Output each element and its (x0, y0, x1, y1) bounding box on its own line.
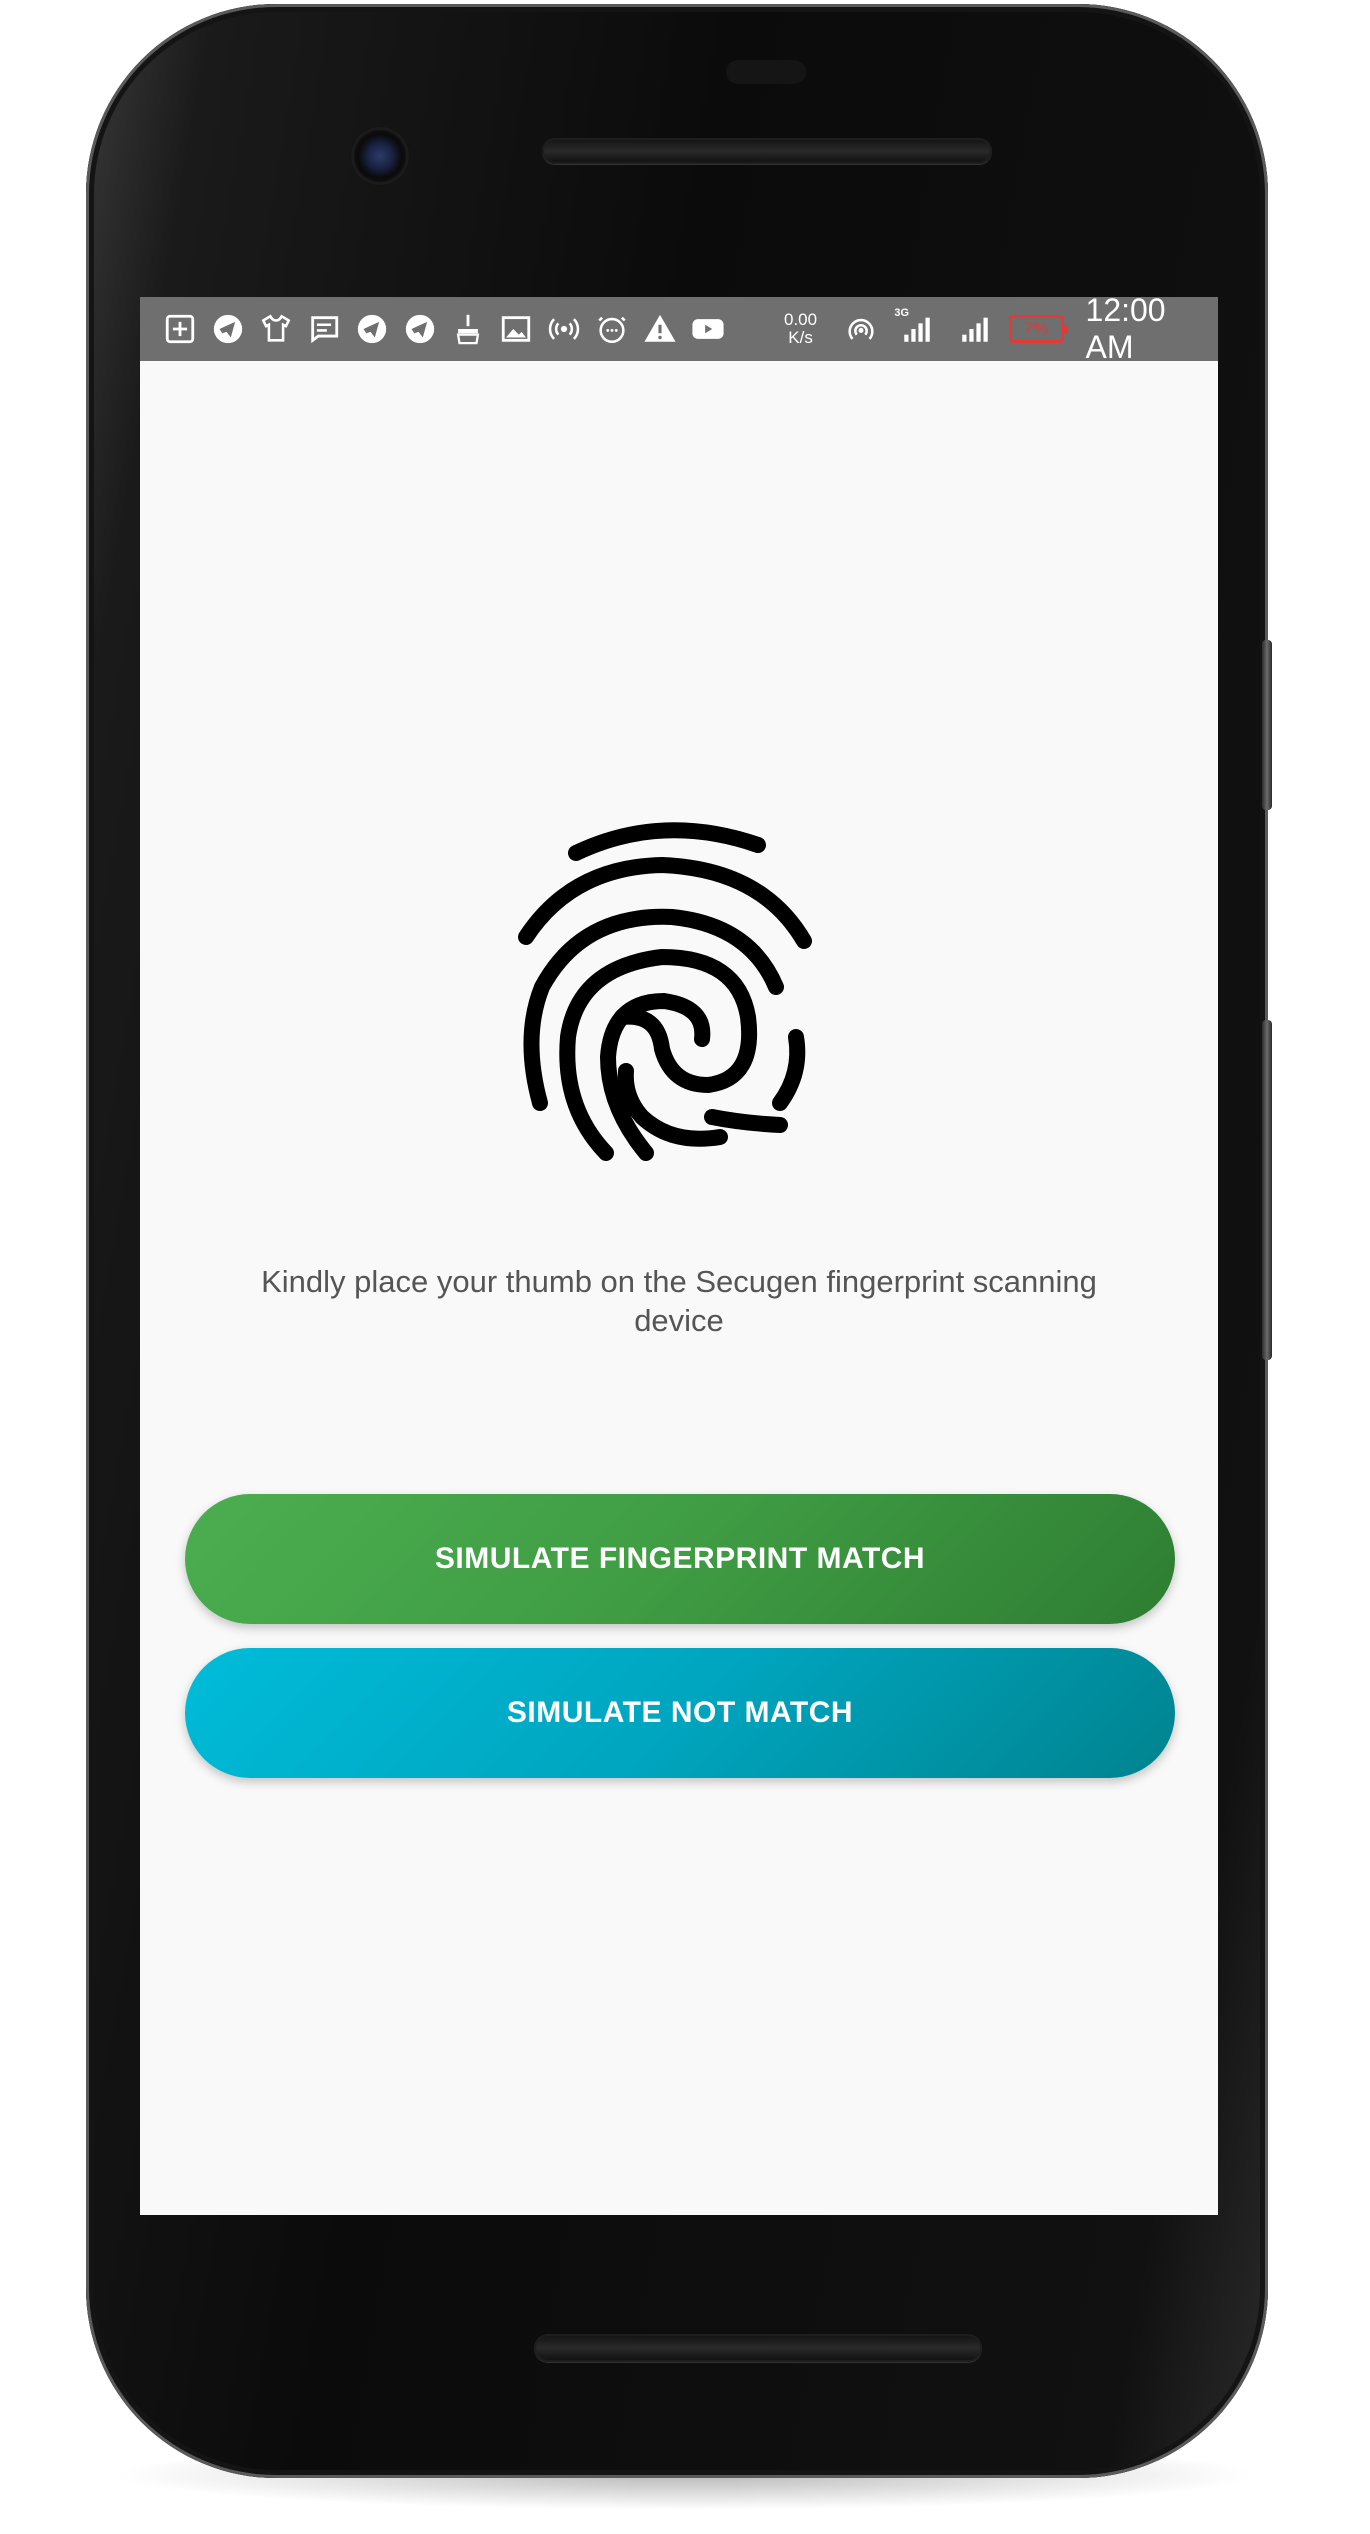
status-clock: 12:00 AM (1085, 297, 1166, 365)
plus-box-icon (162, 311, 198, 347)
instruction-text: Kindly place your thumb on the Secugen f… (261, 1264, 1097, 1338)
system-status: 3G 7% 12:00 AM (843, 297, 1218, 366)
volume-button (1262, 1020, 1272, 1360)
network-speed: 0.00 K/s (784, 311, 817, 347)
telegram-icon (402, 311, 438, 347)
simulate-match-button[interactable]: SIMULATE FINGERPRINT MATCH (185, 1494, 1175, 1624)
message-icon (306, 311, 342, 347)
signal-3g-icon: 3G (892, 307, 941, 347)
stage: 0.00 K/s 3G 7% 12:00 AM Kindly place you… (0, 0, 1370, 2534)
simulate-not-match-label: SIMULATE NOT MATCH (506, 1696, 854, 1729)
network-speed-unit: K/s (788, 328, 813, 347)
telegram-icon (354, 311, 390, 347)
sensor-slot (726, 60, 806, 84)
simulate-match-label: SIMULATE FINGERPRINT MATCH (434, 1542, 926, 1575)
front-camera (354, 130, 406, 182)
telegram-icon (210, 311, 246, 347)
image-icon (498, 311, 534, 347)
network-type-label: 3G (894, 307, 910, 319)
top-speaker (542, 138, 992, 164)
youtube-icon (690, 311, 726, 347)
signal-icon (955, 311, 994, 347)
tshirt-icon (258, 311, 294, 347)
notification-icons (162, 311, 726, 347)
fingerprint-icon (518, 822, 812, 1161)
bottom-speaker (534, 2334, 982, 2362)
warning-icon (642, 311, 678, 347)
battery-level: 7% (1023, 319, 1049, 338)
battery-indicator: 7% (1008, 315, 1068, 343)
status-bar: 0.00 K/s 3G 7% 12:00 AM (140, 297, 1218, 365)
power-button (1262, 640, 1272, 810)
wifi-hotspot-icon (843, 311, 878, 347)
network-speed-value: 0.00 (784, 310, 818, 329)
clock-dots-icon (594, 311, 630, 347)
simulate-not-match-button[interactable]: SIMULATE NOT MATCH (185, 1648, 1175, 1778)
hotspot-icon (546, 311, 582, 347)
cleaner-icon (450, 311, 486, 347)
screen: 0.00 K/s 3G 7% 12:00 AM Kindly place you… (140, 297, 1218, 2215)
